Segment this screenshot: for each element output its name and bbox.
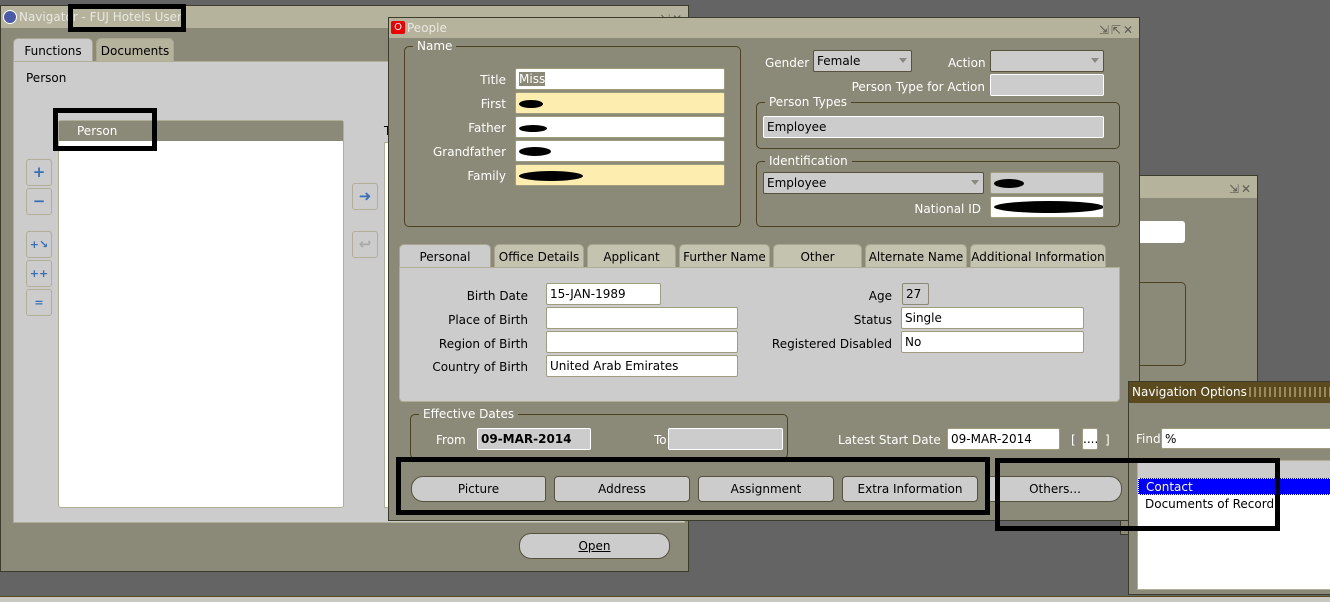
father-name-label: Father	[468, 121, 506, 135]
birth-date-field[interactable]: 15-JAN-1989	[546, 283, 661, 305]
find-field[interactable]: %	[1161, 428, 1330, 449]
tab-office-details[interactable]: Office Details	[494, 244, 584, 267]
region-of-birth-field[interactable]	[546, 331, 738, 353]
section-label: Person	[26, 71, 67, 85]
bracket-close: ]	[1105, 433, 1110, 447]
chevron-down-icon	[1091, 58, 1099, 63]
person-types-title: Person Types	[765, 95, 851, 109]
window-controls-icon[interactable]: ⇲⇱✕	[1099, 20, 1135, 40]
tab-applicant[interactable]: Applicant	[587, 244, 676, 267]
from-date-field[interactable]: 09-MAR-2014	[477, 428, 591, 450]
oracle-logo-icon: O	[391, 21, 405, 34]
arrow-right-icon[interactable]: ➜	[352, 183, 378, 210]
country-of-birth-field[interactable]: United Arab Emirates	[546, 355, 738, 377]
grandfather-name-field[interactable]	[515, 140, 725, 162]
annotation-box	[53, 108, 157, 151]
person-type-action-field[interactable]	[990, 74, 1104, 96]
annotation-box	[396, 457, 990, 515]
oracle-globe-icon	[3, 10, 17, 24]
collapse-all-icon[interactable]: =	[26, 289, 52, 316]
family-name-label: Family	[467, 169, 506, 183]
people-title: People	[407, 21, 447, 35]
id-type-select[interactable]: Employee	[763, 172, 984, 194]
navigation-options-title-bar[interactable]: Navigation Options	[1129, 382, 1330, 403]
to-date-field[interactable]	[668, 428, 783, 450]
more-button[interactable]: ....	[1082, 428, 1098, 450]
title-grip-icon	[1249, 387, 1330, 397]
tab-alternate-name[interactable]: Alternate Name	[865, 244, 967, 267]
chevron-down-icon	[971, 180, 979, 185]
tab-further-name[interactable]: Further Name	[679, 244, 770, 267]
effective-dates-title: Effective Dates	[419, 407, 519, 421]
person-type-action-label: Person Type for Action	[851, 80, 985, 94]
chevron-down-icon	[899, 58, 907, 63]
from-label: From	[436, 433, 466, 447]
tab-additional-information[interactable]: Additional Information	[970, 244, 1106, 267]
expand-all-icon[interactable]: ++	[26, 260, 52, 287]
bracket-open: [	[1071, 433, 1076, 447]
registered-disabled-label: Registered Disabled	[771, 337, 892, 351]
name-group-title: Name	[413, 39, 457, 53]
title-label: Title	[480, 73, 506, 87]
age-label: Age	[868, 289, 892, 303]
birth-date-label: Birth Date	[466, 289, 528, 303]
title-value: Miss	[519, 72, 546, 86]
person-type-field[interactable]: Employee	[763, 116, 1104, 138]
national-id-field[interactable]	[990, 196, 1104, 218]
annotation-box	[68, 4, 186, 32]
expand-icon[interactable]: +	[26, 159, 52, 186]
tab-documents[interactable]: Documents	[96, 38, 174, 61]
grandfather-name-label: Grandfather	[432, 145, 506, 159]
action-label: Action	[948, 56, 986, 70]
registered-disabled-field[interactable]: No	[901, 331, 1084, 353]
first-name-field[interactable]	[515, 92, 725, 114]
collapse-icon[interactable]: −	[26, 188, 52, 215]
expand-branch-icon[interactable]: +↘	[26, 231, 52, 258]
function-list[interactable]: Person	[58, 120, 344, 508]
action-select[interactable]	[990, 50, 1104, 72]
age-field: 27	[902, 283, 929, 305]
status-bar	[0, 596, 1330, 602]
people-title-bar[interactable]: O People ⇲⇱✕	[389, 18, 1139, 38]
status-field[interactable]: Single	[901, 307, 1084, 329]
latest-start-date-field[interactable]: 09-MAR-2014	[947, 428, 1060, 450]
personal-tab-panel: Birth Date 15-JAN-1989 Place of Birth Re…	[399, 267, 1120, 402]
navigation-options-title: Navigation Options	[1132, 385, 1247, 399]
father-name-field[interactable]	[515, 116, 725, 138]
status-label: Status	[853, 313, 892, 327]
tab-other[interactable]: Other	[773, 244, 862, 267]
latest-start-date-label: Latest Start Date	[838, 433, 941, 447]
first-name-label: First	[480, 97, 506, 111]
family-name-field[interactable]	[515, 164, 725, 186]
tab-functions[interactable]: Functions	[13, 38, 93, 62]
window-controls-icon[interactable]: ⇲✕	[1229, 178, 1253, 200]
gender-label: Gender	[765, 56, 810, 70]
open-button[interactable]: Open	[519, 533, 670, 559]
national-id-label: National ID	[914, 202, 981, 216]
identification-title: Identification	[765, 154, 852, 168]
people-window: O People ⇲⇱✕ Name Title Miss First Fathe…	[388, 17, 1140, 521]
find-label: Find	[1136, 432, 1161, 446]
place-of-birth-field[interactable]	[546, 307, 738, 329]
employee-number-field[interactable]	[990, 172, 1104, 194]
country-of-birth-label: Country of Birth	[432, 360, 528, 374]
to-label: To	[654, 433, 667, 447]
region-of-birth-label: Region of Birth	[438, 337, 528, 351]
place-of-birth-label: Place of Birth	[448, 313, 528, 327]
arrow-back-icon[interactable]: ↩	[352, 231, 378, 258]
title-field[interactable]: Miss	[515, 68, 725, 90]
gender-select[interactable]: Female	[813, 50, 912, 72]
background-window-title-bar[interactable]: ⇲✕	[1121, 176, 1257, 198]
annotation-box	[995, 458, 1280, 531]
